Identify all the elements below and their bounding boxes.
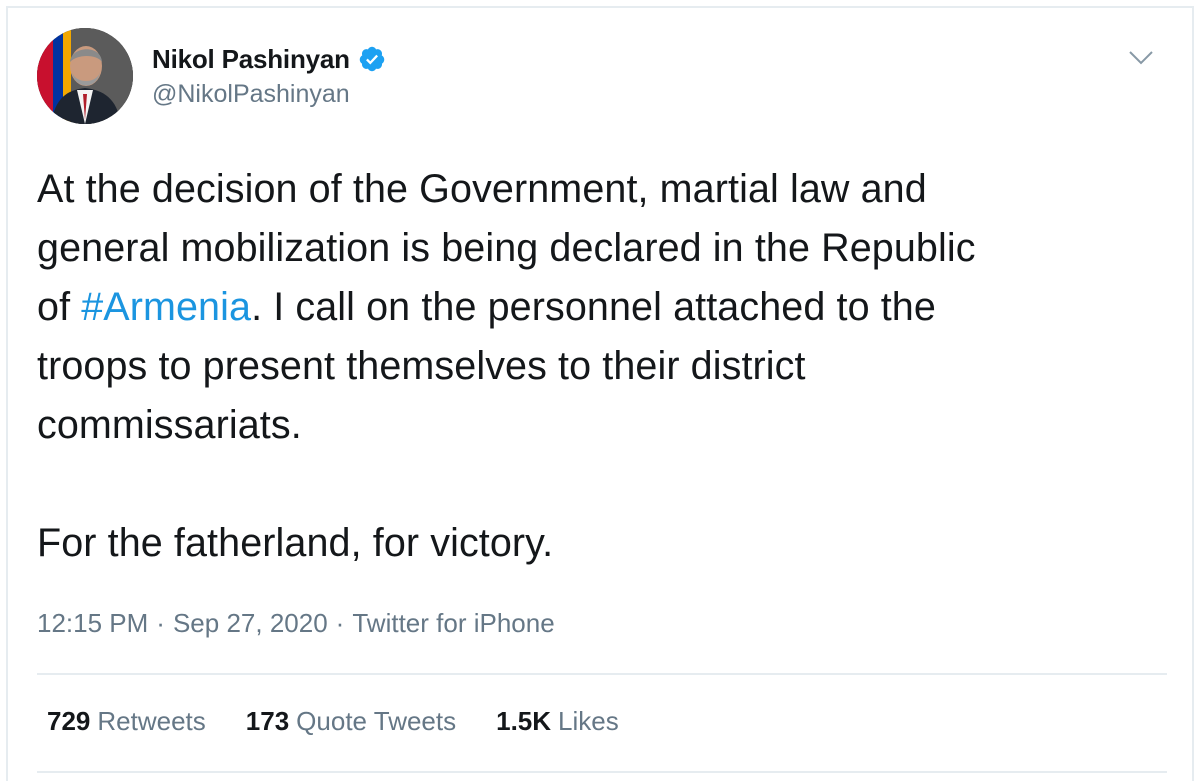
tweet-line: At the decision of the Government, marti… bbox=[37, 167, 927, 211]
tweet-line: For the fatherland, for victory. bbox=[37, 521, 554, 565]
retweets-count: 729 bbox=[47, 706, 91, 736]
quote-tweets-stat[interactable]: 173 Quote Tweets bbox=[246, 706, 456, 737]
likes-count: 1.5K bbox=[496, 706, 552, 736]
author-info: Nikol Pashinyan @NikolPashinyan bbox=[152, 43, 386, 109]
tweet-stats: 729 Retweets 173 Quote Tweets 1.5K Likes bbox=[47, 706, 659, 737]
retweets-label: Retweets bbox=[97, 706, 206, 736]
tweet-time[interactable]: 12:15 PM bbox=[37, 608, 148, 639]
tweet-line: troops to present themselves to their di… bbox=[37, 344, 806, 388]
author-name[interactable]: Nikol Pashinyan bbox=[152, 44, 350, 75]
quote-tweets-count: 173 bbox=[245, 706, 290, 736]
tweet-text-segment: . I call on the personnel attached to th… bbox=[251, 285, 936, 329]
tweet-text-segment: of bbox=[37, 285, 82, 329]
card-border-top bbox=[6, 6, 1194, 8]
tweet-date[interactable]: Sep 27, 2020 bbox=[173, 608, 328, 639]
divider bbox=[37, 673, 1167, 675]
meta-separator: · bbox=[335, 608, 345, 638]
meta-separator: · bbox=[156, 608, 165, 638]
quote-tweets-label: Quote Tweets bbox=[296, 706, 457, 736]
tweet-text: At the decision of the Government, marti… bbox=[37, 160, 1162, 573]
tweet-line: commissariats. bbox=[37, 403, 302, 447]
likes-stat[interactable]: 1.5K Likes bbox=[496, 706, 619, 737]
tweet-source[interactable]: Twitter for iPhone bbox=[352, 608, 554, 639]
tweet-header: Nikol Pashinyan @NikolPashinyan bbox=[37, 28, 1167, 128]
tweet-line: general mobilization is being declared i… bbox=[37, 226, 976, 270]
card-border-left bbox=[6, 6, 8, 781]
name-row: Nikol Pashinyan bbox=[152, 43, 386, 75]
card-border-right bbox=[1192, 6, 1194, 781]
verified-badge-icon bbox=[358, 45, 386, 73]
tweet-line: of #Armenia. I call on the personnel att… bbox=[37, 278, 1162, 337]
tweet-meta: 12:15 PM · Sep 27, 2020 · Twitter for iP… bbox=[37, 608, 555, 639]
divider bbox=[37, 771, 1167, 773]
likes-label: Likes bbox=[558, 706, 619, 736]
tweet-card: Nikol Pashinyan @NikolPashinyan At the d… bbox=[0, 0, 1200, 781]
retweets-stat[interactable]: 729 Retweets bbox=[47, 706, 206, 737]
author-handle[interactable]: @NikolPashinyan bbox=[152, 80, 386, 109]
hashtag-link[interactable]: #Armenia bbox=[81, 285, 251, 329]
avatar[interactable] bbox=[37, 28, 133, 124]
paragraph-break bbox=[37, 455, 1162, 514]
chevron-down-icon[interactable] bbox=[1123, 40, 1159, 76]
